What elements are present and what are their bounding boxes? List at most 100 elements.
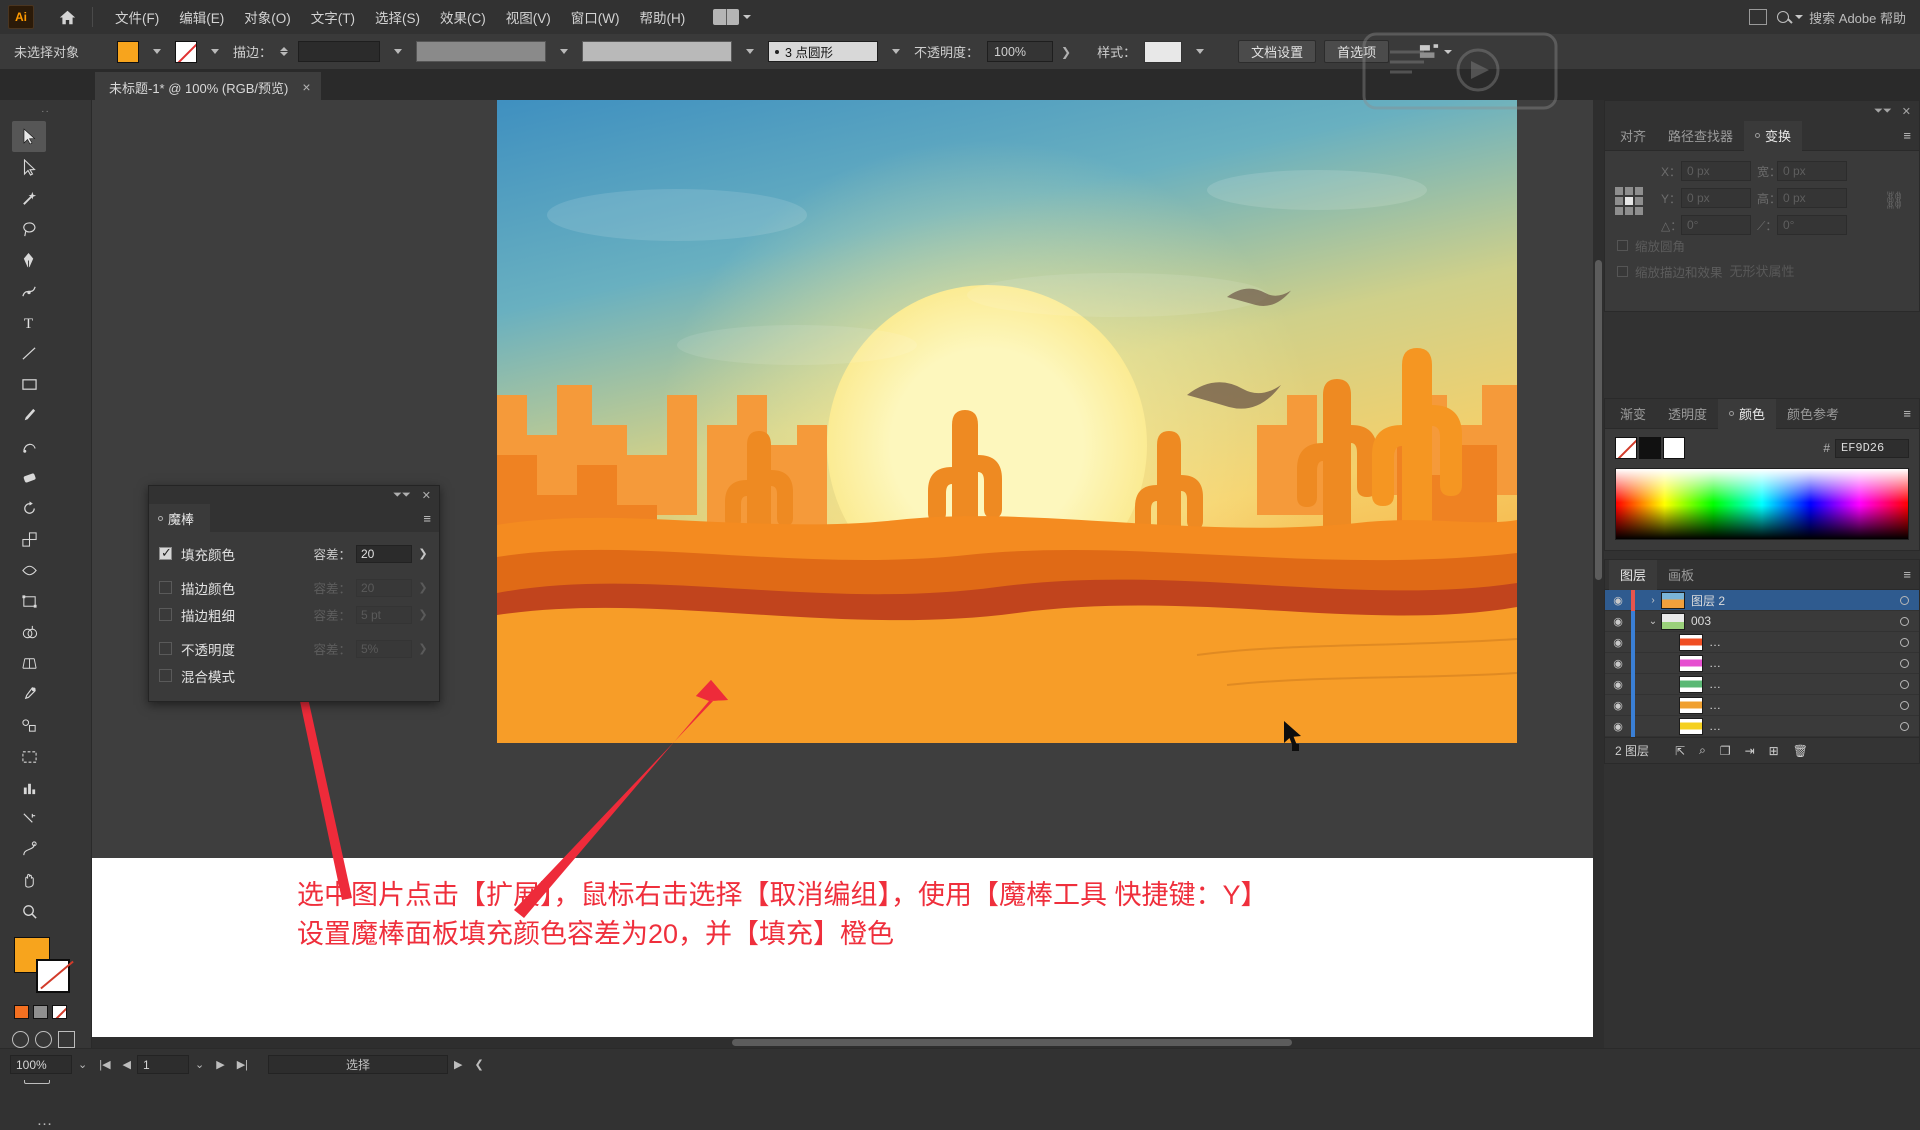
app-logo[interactable]: Ai	[8, 5, 34, 29]
layer-name[interactable]: …	[1709, 677, 1900, 691]
rectangle-tool[interactable]	[12, 369, 46, 400]
fill-tolerance-expand-icon[interactable]: ❯	[417, 547, 429, 560]
hand-tool[interactable]	[12, 865, 46, 896]
shape-builder-tool[interactable]	[12, 617, 46, 648]
menu-help[interactable]: 帮助(H)	[629, 3, 695, 31]
opacity-checkbox[interactable]	[159, 642, 172, 655]
menu-type[interactable]: 文字(T)	[301, 3, 365, 31]
height-input[interactable]: 0 px	[1777, 188, 1847, 208]
stroke-color-checkbox[interactable]	[159, 581, 172, 594]
menu-effect[interactable]: 效果(C)	[430, 3, 496, 31]
fill-color-swatch[interactable]	[117, 40, 140, 63]
visibility-toggle-icon[interactable]: ◉	[1605, 720, 1631, 733]
constrain-proportions-icon[interactable]: ⛓	[1883, 191, 1905, 211]
magic-wand-row-opacity[interactable]: 不透明度 容差： 5% ❯	[159, 635, 429, 662]
visibility-toggle-icon[interactable]: ◉	[1605, 678, 1631, 691]
y-input[interactable]: 0 px	[1681, 188, 1751, 208]
chevron-down-icon[interactable]	[153, 49, 162, 54]
arrange-documents-button[interactable]	[713, 9, 752, 25]
paintbrush-tool[interactable]	[12, 400, 46, 431]
tab-magic-wand[interactable]: 魔棒	[149, 504, 211, 532]
chevron-down-icon[interactable]	[560, 49, 569, 54]
document-tab[interactable]: 未标题-1* @ 100% (RGB/预览) ×	[95, 72, 321, 100]
scale-strokes-effects-checkbox[interactable]	[1617, 266, 1628, 277]
curvature-tool[interactable]	[12, 276, 46, 307]
workspace-switcher-icon[interactable]	[1749, 9, 1768, 25]
type-tool[interactable]: T	[12, 307, 46, 338]
lasso-tool[interactable]	[12, 214, 46, 245]
stroke-weight-tolerance-input[interactable]: 5 pt	[356, 605, 412, 624]
visibility-toggle-icon[interactable]: ◉	[1605, 657, 1631, 670]
brush-definition-dropdown[interactable]	[582, 41, 733, 62]
visibility-toggle-icon[interactable]: ◉	[1605, 615, 1631, 628]
zoom-level-input[interactable]: 100%	[10, 1055, 72, 1074]
blend-tool[interactable]	[12, 710, 46, 741]
gradient-swatch-icon[interactable]	[33, 1005, 48, 1019]
stroke-profile-dropdown[interactable]: 3 点圆形	[768, 41, 879, 62]
none-swatch-icon[interactable]	[52, 1005, 67, 1019]
fill-stroke-indicator[interactable]	[14, 937, 76, 995]
toolbar-stroke-swatch[interactable]	[36, 959, 70, 993]
last-artboard-icon[interactable]: ▶|	[231, 1058, 254, 1071]
table-row[interactable]: ◉ › 图层 2	[1605, 589, 1919, 611]
tab-pathfinder[interactable]: 路径查找器	[1657, 121, 1744, 151]
close-icon[interactable]: ✕	[422, 489, 431, 502]
tab-gradient[interactable]: 渐变	[1609, 399, 1657, 429]
layer-name[interactable]: 图层 2	[1691, 592, 1900, 609]
tab-transform[interactable]: 变换	[1744, 120, 1803, 151]
x-input[interactable]: 0 px	[1681, 161, 1751, 181]
make-clipping-mask-icon[interactable]: ⇥	[1745, 744, 1755, 758]
eraser-tool[interactable]	[12, 462, 46, 493]
first-artboard-icon[interactable]: |◀	[93, 1058, 116, 1071]
scale-corners-row[interactable]: 缩放圆角	[1617, 236, 1919, 255]
artwork-illustration[interactable]	[497, 100, 1517, 743]
chevron-down-icon[interactable]	[892, 49, 901, 54]
panel-menu-icon[interactable]: ≡	[423, 512, 431, 525]
next-artboard-icon[interactable]: ▶	[210, 1058, 230, 1071]
menu-object[interactable]: 对象(O)	[234, 3, 301, 31]
target-indicator-icon[interactable]	[1900, 700, 1909, 710]
width-tool[interactable]	[12, 555, 46, 586]
target-indicator-icon[interactable]	[1900, 721, 1909, 731]
edit-toolbar-icon[interactable]: …	[0, 1112, 91, 1130]
scale-tool[interactable]	[12, 524, 46, 555]
rotate-tool[interactable]	[12, 493, 46, 524]
magic-wand-row-stroke-weight[interactable]: 描边粗细 容差： 5 pt ❯	[159, 601, 429, 628]
hex-color-input[interactable]: EF9D26	[1835, 438, 1909, 458]
layer-name[interactable]: …	[1709, 719, 1900, 733]
toolbar-grip[interactable]: ··	[0, 106, 91, 117]
chevron-down-icon[interactable]	[211, 49, 220, 54]
scale-corners-checkbox[interactable]	[1617, 240, 1628, 251]
table-row[interactable]: ◉ …	[1605, 673, 1919, 695]
menu-edit[interactable]: 编辑(E)	[169, 3, 234, 31]
blending-mode-checkbox[interactable]	[159, 669, 172, 682]
menu-select[interactable]: 选择(S)	[365, 3, 430, 31]
search-icon[interactable]: ⌕	[1699, 743, 1706, 758]
layer-name[interactable]: 003	[1691, 614, 1900, 628]
opacity-expand-icon[interactable]: ❯	[1061, 45, 1071, 59]
locate-object-icon[interactable]: ⇱	[1675, 744, 1685, 758]
previous-artboard-icon[interactable]: ◀	[117, 1058, 137, 1071]
tab-align[interactable]: 对齐	[1609, 121, 1657, 151]
visibility-toggle-icon[interactable]: ◉	[1605, 594, 1631, 607]
pen-tool[interactable]	[12, 245, 46, 276]
draw-inside-icon[interactable]	[58, 1031, 75, 1048]
target-indicator-icon[interactable]	[1900, 595, 1909, 605]
black-color-swatch[interactable]	[1639, 437, 1661, 459]
chevron-down-icon[interactable]	[1196, 49, 1205, 54]
opacity-tolerance-input[interactable]: 5%	[356, 639, 412, 658]
home-icon[interactable]	[54, 4, 80, 30]
magic-wand-panel[interactable]: ⏷⏷ ✕ 魔棒 ≡ 填充颜色 容差： 20 ❯ 描边颜色 容差： 20 ❯	[148, 485, 440, 702]
tab-artboards[interactable]: 画板	[1657, 560, 1705, 590]
horizontal-scrollbar[interactable]	[92, 1037, 1604, 1048]
width-input[interactable]: 0 px	[1777, 161, 1847, 181]
slice-tool[interactable]	[12, 803, 46, 834]
magic-wand-row-fill-color[interactable]: 填充颜色 容差： 20 ❯	[159, 540, 429, 567]
stroke-color-tolerance-expand-icon[interactable]: ❯	[417, 581, 429, 594]
stroke-weight-stepper[interactable]	[280, 47, 289, 56]
scale-strokes-effects-row[interactable]: 缩放描边和效果	[1617, 262, 1919, 281]
target-indicator-icon[interactable]	[1900, 637, 1909, 647]
new-layer-icon[interactable]: ⊞	[1769, 744, 1779, 758]
stroke-weight-input[interactable]	[298, 41, 381, 62]
stroke-color-tolerance-input[interactable]: 20	[356, 578, 412, 597]
